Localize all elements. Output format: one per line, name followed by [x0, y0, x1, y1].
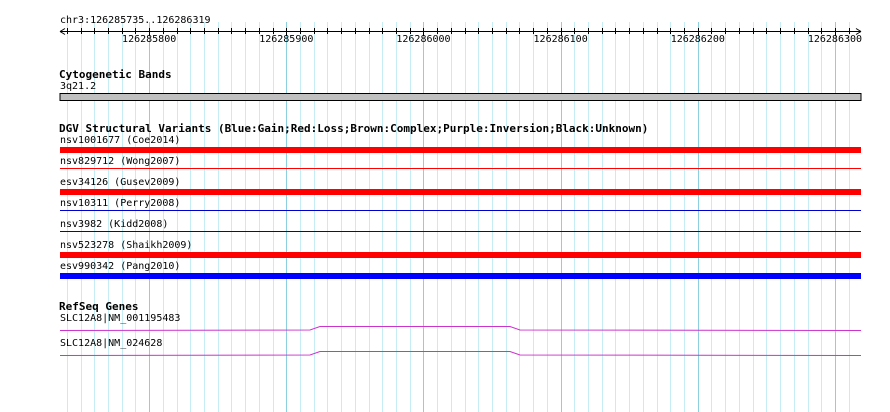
dgv-track-title[interactable]: DGV Structural Variants (Blue:Gain;Red:L… [59, 122, 648, 135]
dgv-variant-bar[interactable] [60, 252, 861, 258]
dgv-feature-label[interactable]: nsv10311 (Perry2008) [60, 198, 180, 210]
dgv-variant-bar[interactable] [60, 273, 861, 279]
refseq-track-title[interactable]: RefSeq Genes [59, 300, 138, 313]
ruler-tick-label: 126285900 [259, 34, 314, 45]
dgv-feature-label[interactable]: nsv3982 (Kidd2008) [60, 219, 168, 231]
refseq-gene-model[interactable] [59, 326, 862, 331]
cytoband-track-title[interactable]: Cytogenetic Bands [59, 68, 172, 81]
dgv-feature-label[interactable]: esv34126 (Gusev2009) [60, 177, 180, 189]
cytoband-bar[interactable] [59, 93, 862, 101]
refseq-gene-model[interactable] [59, 351, 862, 356]
dgv-feature-label[interactable]: nsv829712 (Wong2007) [60, 156, 180, 168]
refseq-gene-label[interactable]: SLC12A8|NM_024628 [60, 338, 162, 350]
cytoband-name: 3q21.2 [60, 81, 97, 92]
ruler-tick-label: 126286200 [670, 34, 725, 45]
dgv-feature-label[interactable]: esv990342 (Pang2010) [60, 261, 180, 273]
dgv-variant-bar[interactable] [60, 231, 861, 232]
ruler-tick-label: 126285800 [122, 34, 177, 45]
dgv-variant-bar[interactable] [60, 189, 861, 195]
ruler-tick-label: 126286300 [807, 34, 863, 45]
ruler-tick-label: 126286000 [396, 34, 451, 45]
genome-browser-view: chr3:126285735..126286319 126285800 12628… [0, 0, 890, 412]
dgv-variant-bar[interactable] [60, 168, 861, 169]
dgv-feature-label[interactable]: nsv1001677 (Coe2014) [60, 135, 180, 147]
ruler-tick-label: 126286100 [533, 34, 588, 45]
refseq-gene-label[interactable]: SLC12A8|NM_001195483 [60, 313, 180, 325]
dgv-variant-bar[interactable] [60, 210, 861, 211]
dgv-feature-label[interactable]: nsv523278 (Shaikh2009) [60, 240, 192, 252]
dgv-variant-bar[interactable] [60, 147, 861, 153]
